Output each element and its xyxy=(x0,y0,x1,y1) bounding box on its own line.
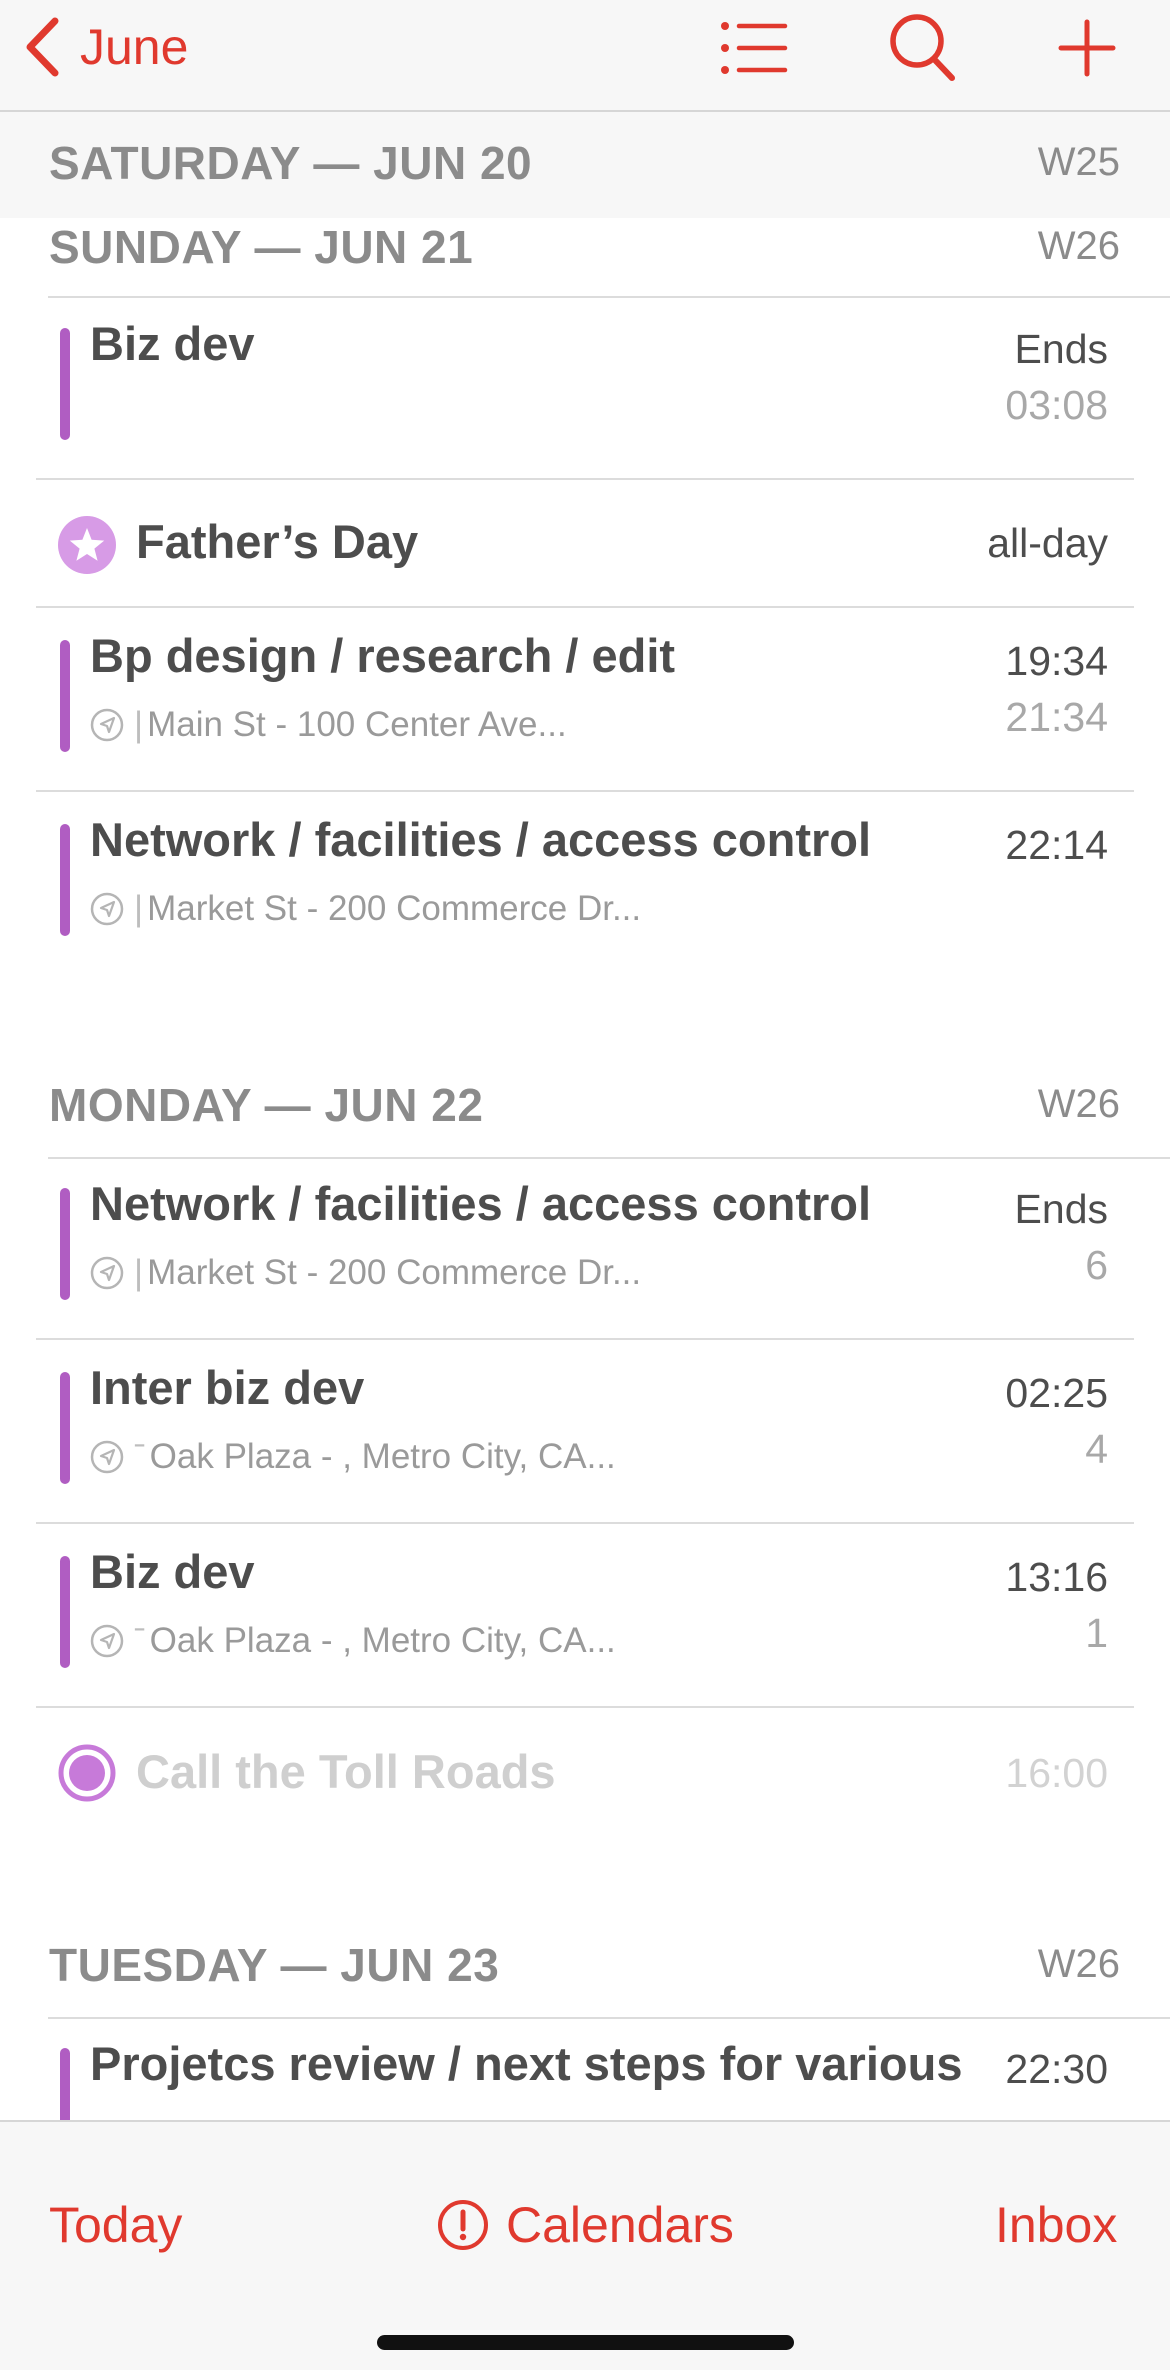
location-text: Oak Plaza - , Metro City, CA... xyxy=(149,1621,616,1660)
event-location: | Market St - 200 Commerce Dr... xyxy=(90,889,641,929)
reminder-title: Call the Toll Roads xyxy=(136,1745,556,1798)
calendar-color-bar xyxy=(60,1188,70,1300)
calendar-color-bar xyxy=(60,328,70,440)
back-label: June xyxy=(80,19,189,75)
event-title: Inter biz dev xyxy=(90,1361,365,1414)
location-arrow-icon xyxy=(90,892,124,926)
event-title: Network / facilities / access control xyxy=(90,1177,872,1230)
day-header-tuesday: TUESDAY — JUN 23 W26 xyxy=(0,1928,1170,2028)
cursor-mark: ˉ xyxy=(134,1437,146,1476)
event-end-time: 4 xyxy=(1085,1426,1108,1472)
event-start-time: 19:34 xyxy=(1005,638,1108,684)
week-number: W26 xyxy=(1037,224,1120,268)
calendars-button[interactable]: Calendars xyxy=(436,2196,734,2254)
event-location: | Main St - 100 Center Ave... xyxy=(90,705,567,745)
event-end-time: 21:34 xyxy=(1005,694,1108,740)
event-end-time: 1 xyxy=(1085,1610,1108,1656)
event-row[interactable]: Network / facilities / access control | … xyxy=(36,1158,1134,1340)
reminder-time: 16:00 xyxy=(1005,1750,1108,1796)
back-button[interactable]: June xyxy=(22,12,188,82)
week-number: W25 xyxy=(1037,140,1120,184)
inbox-button[interactable]: Inbox xyxy=(995,2196,1117,2254)
bottom-toolbar: Today Calendars Inbox xyxy=(0,2120,1170,2370)
chevron-left-icon xyxy=(26,17,59,77)
cursor-mark: | xyxy=(134,705,144,744)
event-start-time: Ends xyxy=(1014,326,1108,372)
day-header-monday: MONDAY — JUN 22 W26 xyxy=(0,1068,1170,1168)
search-icon xyxy=(890,14,955,81)
event-row[interactable]: Projetcs review / next steps for various… xyxy=(36,2018,1134,2120)
alert-circle-icon xyxy=(438,2200,488,2250)
today-button[interactable]: Today xyxy=(49,2196,182,2254)
cursor-mark: | xyxy=(134,889,144,928)
event-title: Father’s Day xyxy=(136,515,419,568)
day-title: MONDAY — JUN 22 xyxy=(49,1079,484,1131)
event-row[interactable]: Inter biz dev ˉ Oak Plaza - , Metro City… xyxy=(36,1342,1134,1524)
day-header-sunday: SUNDAY — JUN 21 W26 xyxy=(0,208,1170,308)
location-arrow-icon xyxy=(90,1256,124,1290)
event-title: Projetcs review / next steps for various xyxy=(90,2037,963,2090)
day-title: SUNDAY — JUN 21 xyxy=(49,221,474,273)
event-start-time: 02:25 xyxy=(1005,1370,1108,1416)
event-location: | Market St - 200 Commerce Dr... xyxy=(90,1253,641,1293)
event-start-time: 22:14 xyxy=(1005,822,1108,868)
list-view-button[interactable] xyxy=(714,8,794,88)
location-arrow-icon xyxy=(90,1624,124,1658)
add-event-button[interactable] xyxy=(1047,8,1127,88)
event-title: Network / facilities / access control xyxy=(90,813,872,866)
week-number: W26 xyxy=(1037,1082,1120,1126)
calendar-color-bar xyxy=(60,1556,70,1668)
star-icon xyxy=(58,516,116,574)
event-row[interactable]: Biz dev ˉ Oak Plaza - , Metro City, CA..… xyxy=(36,1526,1134,1708)
event-list[interactable]: SUNDAY — JUN 21 W26 Biz dev Ends 03:08 F… xyxy=(0,0,1170,2120)
event-row[interactable]: Network / facilities / access control | … xyxy=(36,794,1134,976)
calendar-color-bar xyxy=(60,1372,70,1484)
sticky-day-header: SATURDAY — JUN 20 W25 xyxy=(0,112,1170,218)
calendar-color-bar xyxy=(60,640,70,752)
location-arrow-icon xyxy=(90,708,124,742)
event-location: ˉ Oak Plaza - , Metro City, CA... xyxy=(90,1621,616,1661)
location-arrow-icon xyxy=(90,1440,124,1474)
reminder-row[interactable]: Call the Toll Roads 16:00 xyxy=(36,1710,1134,1838)
plus-icon xyxy=(1058,19,1116,77)
location-text: Main St - 100 Center Ave... xyxy=(147,705,567,744)
event-end-time: 03:08 xyxy=(1005,382,1108,428)
location-text: Oak Plaza - , Metro City, CA... xyxy=(149,1437,616,1476)
calendar-color-bar xyxy=(60,824,70,936)
list-icon xyxy=(721,22,788,74)
home-indicator[interactable] xyxy=(377,2335,794,2350)
event-title: Bp design / research / edit xyxy=(90,629,676,682)
day-title: SATURDAY — JUN 20 xyxy=(49,137,533,189)
event-title: Biz dev xyxy=(90,1545,255,1598)
search-button[interactable] xyxy=(883,8,963,88)
event-start-time: 13:16 xyxy=(1005,1554,1108,1600)
event-start-time: 22:30 xyxy=(1005,2046,1108,2092)
calendars-label: Calendars xyxy=(506,2197,734,2253)
all-day-label: all-day xyxy=(987,520,1108,566)
event-row-allday[interactable]: Father’s Day all-day xyxy=(36,480,1134,608)
event-location: ˉ Oak Plaza - , Metro City, CA... xyxy=(90,1437,616,1477)
reminder-circle-icon[interactable] xyxy=(58,1744,116,1802)
event-title: Biz dev xyxy=(90,317,255,370)
location-text: Market St - 200 Commerce Dr... xyxy=(147,1253,642,1292)
location-text: Market St - 200 Commerce Dr... xyxy=(147,889,642,928)
navigation-bar: June xyxy=(0,0,1170,112)
event-row[interactable]: Biz dev Ends 03:08 xyxy=(36,298,1134,480)
calendar-color-bar xyxy=(60,2048,70,2120)
day-title: TUESDAY — JUN 23 xyxy=(49,1939,500,1991)
event-row[interactable]: Bp design / research / edit | Main St - … xyxy=(36,610,1134,792)
cursor-mark: | xyxy=(134,1253,144,1292)
event-start-time: Ends xyxy=(1014,1186,1108,1232)
week-number: W26 xyxy=(1037,1942,1120,1986)
event-end-time: 6 xyxy=(1085,1242,1108,1288)
cursor-mark: ˉ xyxy=(134,1621,146,1660)
